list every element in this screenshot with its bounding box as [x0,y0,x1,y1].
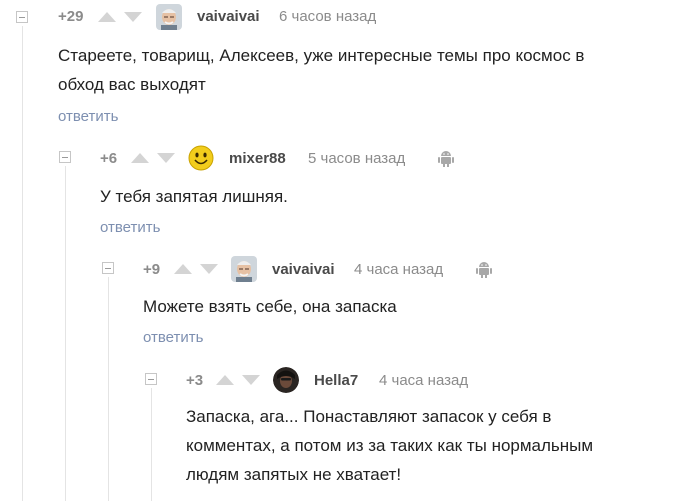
username[interactable]: vaivaivai [197,8,260,25]
comment-text-line: У тебя запятая лишняя. [100,187,288,206]
timestamp: 4 часа назад [379,372,469,389]
comment-text-line: комментах, а потом из за таких как ты но… [186,436,594,455]
comment-text-line: людям запятых не хватает! [186,465,402,484]
timestamp: 5 часов назад [308,150,406,167]
comment-text: Запаска, ага... Понаставляют запасок у с… [186,402,696,489]
downvote-arrow-icon[interactable] [200,264,218,274]
android-icon [476,260,492,283]
timestamp: 6 часов назад [279,8,377,25]
avatar-smiley[interactable] [188,145,214,171]
thread-line [108,277,109,501]
avatar-elderly-man[interactable] [156,4,182,30]
upvote-arrow-icon[interactable] [131,153,149,163]
collapse-toggle[interactable] [145,373,157,385]
thread-line [151,388,152,501]
downvote-arrow-icon[interactable] [124,12,142,22]
downvote-arrow-icon[interactable] [157,153,175,163]
thread-line [65,166,66,501]
collapse-toggle[interactable] [59,151,71,163]
upvote-arrow-icon[interactable] [98,12,116,22]
android-icon [438,149,454,172]
username[interactable]: Hella7 [314,372,358,389]
comment-text-line: обход вас выходят [58,75,206,94]
upvote-arrow-icon[interactable] [216,375,234,385]
comment-text: Можете взять себе, она запаска [143,292,693,321]
comment-text-line: Запаска, ага... Понаставляют запасок у с… [186,407,552,426]
comment-text-line: Можете взять себе, она запаска [143,297,397,316]
rating: +29 [58,8,84,25]
collapse-toggle[interactable] [102,262,114,274]
comment-text: У тебя запятая лишняя. [100,182,690,211]
comment-text-line: Стареете, товарищ, Алексеев, уже интерес… [58,46,585,65]
avatar-dark-portrait[interactable] [273,367,299,393]
reply-link[interactable]: ответить [143,329,203,346]
rating: +6 [100,150,118,167]
timestamp: 4 часа назад [354,261,444,278]
downvote-arrow-icon[interactable] [242,375,260,385]
reply-link[interactable]: ответить [100,219,160,236]
username[interactable]: mixer88 [229,150,286,167]
username[interactable]: vaivaivai [272,261,335,278]
rating: +3 [186,372,204,389]
reply-link[interactable]: ответить [58,108,118,125]
comment-text: Стареете, товарищ, Алексеев, уже интерес… [58,41,688,99]
avatar-elderly-man[interactable] [231,256,257,282]
upvote-arrow-icon[interactable] [174,264,192,274]
rating: +9 [143,261,161,278]
collapse-toggle[interactable] [16,11,28,23]
thread-line [22,26,23,501]
